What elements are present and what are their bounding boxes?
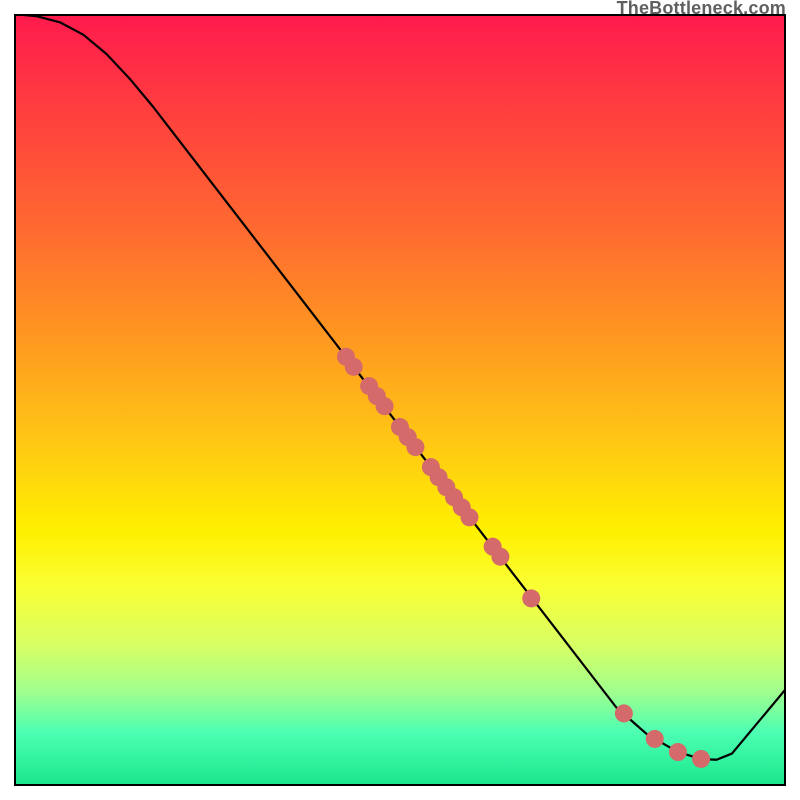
plot-area: [14, 14, 786, 786]
data-point-13: [460, 508, 478, 526]
data-point-1: [345, 358, 363, 376]
bottleneck-curve-path: [14, 14, 786, 760]
data-point-18: [646, 730, 664, 748]
data-point-17: [615, 704, 633, 722]
bottleneck-curve: [14, 14, 786, 760]
chart-container: TheBottleneck.com: [0, 0, 800, 800]
data-point-16: [522, 589, 540, 607]
data-point-markers: [337, 348, 710, 768]
data-point-4: [376, 397, 394, 415]
data-point-7: [406, 438, 424, 456]
chart-svg-layer: [14, 14, 786, 786]
data-point-15: [491, 548, 509, 566]
data-point-19: [669, 743, 687, 761]
watermark-label: TheBottleneck.com: [617, 0, 786, 19]
data-point-20: [692, 750, 710, 768]
